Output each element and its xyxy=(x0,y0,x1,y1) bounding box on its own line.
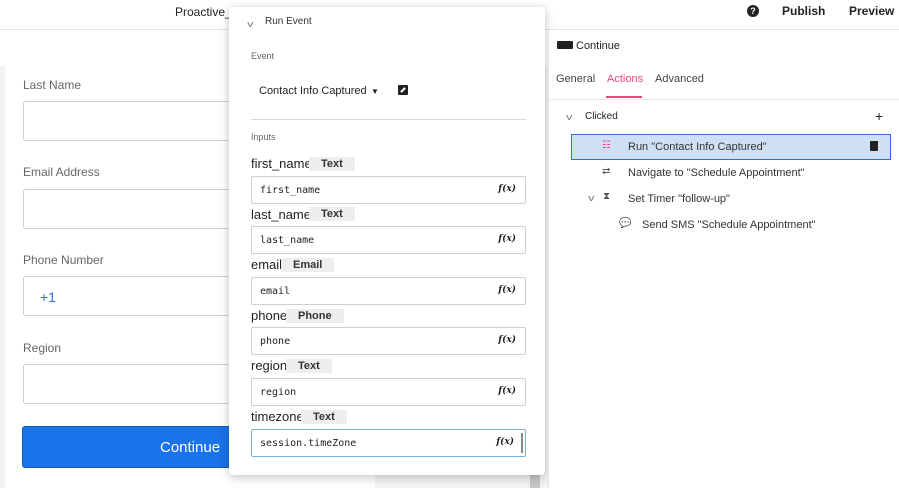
type-badge: Text xyxy=(309,157,355,171)
event-select[interactable]: Contact Info Captured xyxy=(259,85,367,97)
field-value: phone xyxy=(260,336,291,347)
event-label: Event xyxy=(251,51,275,61)
email-address-label: Email Address xyxy=(23,165,100,179)
continue-button[interactable]: Continue xyxy=(22,426,262,468)
timer-icon: ⧗ xyxy=(603,191,611,202)
action-run-event[interactable]: ☷ Run "Contact Info Captured" xyxy=(571,134,891,160)
properties-panel: Continue General Actions Advanced v Clic… xyxy=(548,30,899,488)
type-badge: Email xyxy=(281,258,335,272)
button-component-icon xyxy=(557,41,573,49)
action-label: Run "Contact Info Captured" xyxy=(628,141,767,153)
caret-down-icon[interactable]: ▼ xyxy=(371,87,379,96)
fx-icon[interactable]: f(x) xyxy=(498,184,516,194)
canvas-scroll-thumb[interactable] xyxy=(530,474,540,488)
component-name: Continue xyxy=(576,40,621,52)
trigger-clicked[interactable]: Clicked xyxy=(585,111,618,122)
active-tab-indicator xyxy=(606,96,642,98)
email-address-input[interactable] xyxy=(23,189,263,229)
type-badge: Text xyxy=(309,207,355,221)
tab-general[interactable]: General xyxy=(556,73,595,85)
action-label: Navigate to "Schedule Appointment" xyxy=(628,167,805,179)
chevron-down-icon[interactable]: v xyxy=(566,112,572,122)
field-value: email xyxy=(260,286,291,297)
chevron-down-icon[interactable]: v xyxy=(588,193,594,203)
rss-icon: ☷ xyxy=(602,140,611,151)
input-name-first-name: first_name xyxy=(251,156,312,171)
last-name-input[interactable] xyxy=(23,101,263,141)
edit-icon[interactable] xyxy=(398,85,408,95)
region-label: Region xyxy=(23,341,62,355)
action-send-sms[interactable]: 💬 Send SMS "Schedule Appointment" xyxy=(571,212,891,238)
fx-icon[interactable]: f(x) xyxy=(498,285,516,295)
popup-title: Run Event xyxy=(265,16,312,27)
region-value-field[interactable]: region f(x) xyxy=(251,378,526,406)
fx-icon[interactable]: f(x) xyxy=(498,234,516,244)
type-badge: Phone xyxy=(286,309,344,323)
field-value: region xyxy=(260,387,297,398)
fx-icon[interactable]: f(x) xyxy=(498,335,516,345)
fx-icon[interactable]: f(x) xyxy=(498,386,516,396)
phone-number-label: Phone Number xyxy=(23,253,104,267)
divider xyxy=(251,119,526,120)
action-navigate[interactable]: ⇄ Navigate to "Schedule Appointment" xyxy=(571,160,891,186)
action-set-timer[interactable]: v ⧗ Set Timer "follow-up" xyxy=(571,186,891,212)
help-icon[interactable]: ? xyxy=(747,5,759,17)
trash-icon[interactable] xyxy=(870,141,878,151)
field-value: session.timeZone xyxy=(260,438,357,449)
fx-icon[interactable]: f(x) xyxy=(496,437,514,447)
first-name-value-field[interactable]: first_name f(x) xyxy=(251,176,526,204)
tab-advanced[interactable]: Advanced xyxy=(655,73,704,85)
text-cursor xyxy=(521,433,523,453)
input-name-timezone: timezone xyxy=(251,409,304,424)
preview-button[interactable]: Preview xyxy=(849,4,894,18)
add-action-icon[interactable]: + xyxy=(875,108,883,124)
inputs-label: Inputs xyxy=(251,132,276,142)
field-value: first_name xyxy=(260,185,321,196)
action-label: Set Timer "follow-up" xyxy=(628,193,730,205)
phone-country-prefix[interactable]: +1 xyxy=(40,289,56,305)
input-name-region: region xyxy=(251,358,288,373)
last-name-value-field[interactable]: last_name f(x) xyxy=(251,226,526,254)
field-value: last_name xyxy=(260,235,315,246)
phone-value-field[interactable]: phone f(x) xyxy=(251,327,526,355)
type-badge: Text xyxy=(286,359,332,373)
action-label: Send SMS "Schedule Appointment" xyxy=(642,219,816,231)
region-input[interactable] xyxy=(23,364,263,404)
input-name-phone: phone xyxy=(251,308,288,323)
phone-number-input[interactable]: +1 xyxy=(23,276,263,316)
publish-button[interactable]: Publish xyxy=(782,4,825,18)
input-name-last-name: last_name xyxy=(251,207,311,222)
input-name-email: email xyxy=(251,257,283,272)
tab-actions[interactable]: Actions xyxy=(607,73,643,85)
timezone-value-field[interactable]: session.timeZone f(x) xyxy=(251,429,526,457)
last-name-label: Last Name xyxy=(23,78,82,92)
type-badge: Text xyxy=(301,410,347,424)
run-event-popup: v Run Event Event Contact Info Captured … xyxy=(229,7,545,475)
divider xyxy=(549,99,899,100)
navigate-icon: ⇄ xyxy=(602,166,611,177)
chevron-down-icon[interactable]: v xyxy=(247,19,253,29)
email-value-field[interactable]: email f(x) xyxy=(251,277,526,305)
sms-icon: 💬 xyxy=(619,218,632,229)
